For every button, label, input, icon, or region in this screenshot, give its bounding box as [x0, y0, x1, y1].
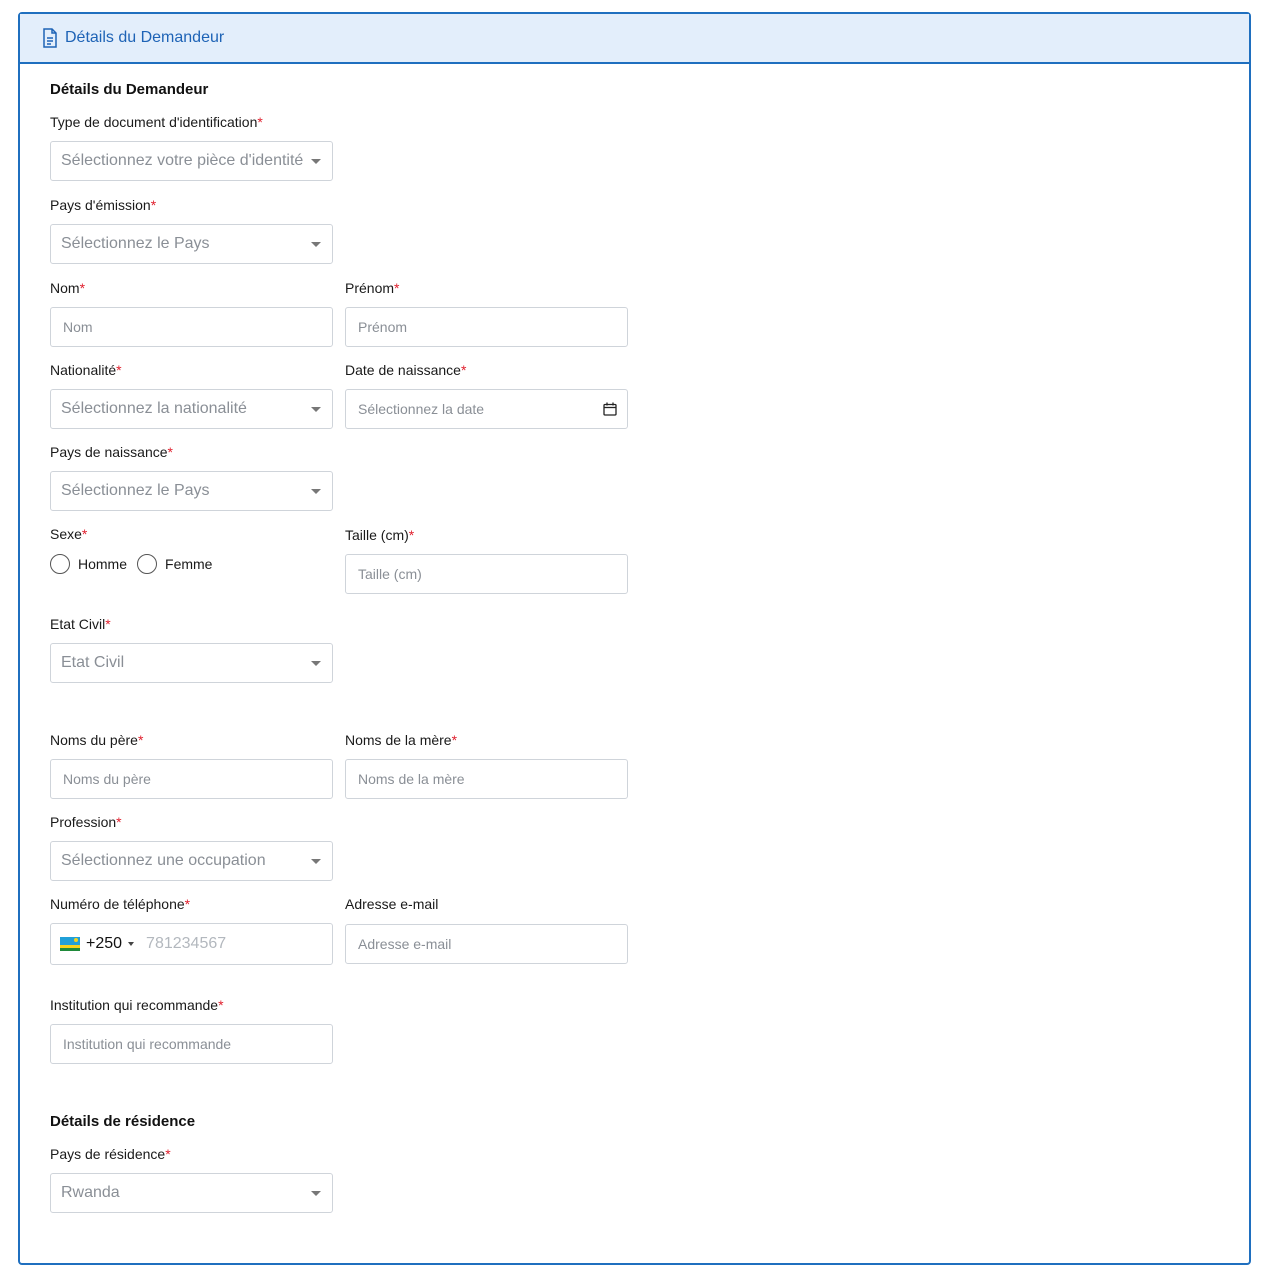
residence-country-label: Pays de résidence* — [50, 1146, 171, 1162]
chevron-down-icon — [311, 661, 321, 666]
first-name-input[interactable]: Prénom — [345, 307, 628, 347]
height-placeholder: Taille (cm) — [358, 566, 422, 582]
mother-names-label: Noms de la mère* — [345, 732, 458, 748]
section-title-applicant: Détails du Demandeur — [50, 81, 209, 98]
document-icon — [42, 28, 58, 48]
chevron-down-icon — [311, 1191, 321, 1196]
radio-homme[interactable] — [50, 554, 70, 574]
radio-femme-label[interactable]: Femme — [165, 556, 212, 572]
civil-status-placeholder: Etat Civil — [61, 654, 125, 671]
father-names-input[interactable]: Noms du père — [50, 759, 333, 799]
last-name-placeholder: Nom — [63, 319, 93, 335]
radio-homme-label[interactable]: Homme — [78, 556, 127, 572]
card-header-title: Détails du Demandeur — [65, 29, 225, 46]
civil-status-select[interactable]: Etat Civil — [50, 643, 333, 683]
section-title-residence: Détails de résidence — [50, 1113, 196, 1130]
last-name-input[interactable]: Nom — [50, 307, 333, 347]
chevron-down-icon — [311, 859, 321, 864]
birth-date-input[interactable]: Sélectionnez la date — [345, 389, 628, 429]
phone-placeholder: 781234567 — [146, 935, 227, 952]
last-name-label: Nom* — [50, 280, 86, 296]
nationality-label: Nationalité* — [50, 362, 122, 378]
radio-femme[interactable] — [137, 554, 158, 574]
rwanda-flag-icon[interactable] — [60, 937, 80, 951]
height-input[interactable]: Taille (cm) — [345, 554, 628, 594]
calendar-icon[interactable] — [603, 402, 617, 416]
nationality-placeholder: Sélectionnez la nationalité — [61, 400, 247, 417]
email-placeholder: Adresse e-mail — [358, 936, 452, 952]
email-input[interactable]: Adresse e-mail — [345, 924, 628, 964]
applicant-card: Détails du Demandeur — [18, 12, 1251, 1265]
chevron-down-icon — [311, 242, 321, 247]
first-name-label: Prénom* — [345, 280, 400, 296]
profession-placeholder: Sélectionnez une occupation — [61, 852, 266, 869]
residence-country-value: Rwanda — [61, 1184, 120, 1201]
birth-country-label: Pays de naissance* — [50, 444, 173, 460]
chevron-down-icon — [311, 489, 321, 494]
issue-country-placeholder: Sélectionnez le Pays — [61, 235, 210, 252]
height-label: Taille (cm)* — [345, 527, 415, 543]
institution-label: Institution qui recommande* — [50, 997, 224, 1013]
first-name-placeholder: Prénom — [358, 319, 408, 335]
phone-input[interactable]: +250 781234567 — [50, 923, 333, 965]
id-type-label: Type de document d'identification* — [50, 114, 263, 130]
institution-input[interactable]: Institution qui recommande — [50, 1024, 333, 1064]
father-names-placeholder: Noms du père — [63, 771, 151, 787]
phone-label: Numéro de téléphone* — [50, 896, 191, 912]
residence-country-select[interactable]: Rwanda — [50, 1173, 333, 1213]
father-names-label: Noms du père* — [50, 732, 144, 748]
birth-date-placeholder: Sélectionnez la date — [358, 401, 485, 417]
caret-down-icon[interactable] — [128, 942, 135, 946]
chevron-down-icon — [311, 407, 321, 412]
profession-label: Profession* — [50, 814, 122, 830]
phone-country-code[interactable]: +250 — [86, 935, 122, 953]
civil-status-label: Etat Civil* — [50, 616, 111, 632]
email-label: Adresse e-mail — [345, 896, 439, 912]
mother-names-input[interactable]: Noms de la mère — [345, 759, 628, 799]
id-type-placeholder: Sélectionnez votre pièce d'identité — [61, 152, 304, 169]
birth-date-label: Date de naissance* — [345, 362, 467, 378]
birth-country-placeholder: Sélectionnez le Pays — [61, 482, 210, 499]
sex-label: Sexe* — [50, 526, 88, 542]
nationality-select[interactable]: Sélectionnez la nationalité — [50, 389, 333, 429]
birth-country-select[interactable]: Sélectionnez le Pays — [50, 471, 333, 511]
institution-placeholder: Institution qui recommande — [63, 1036, 232, 1052]
chevron-down-icon — [311, 159, 321, 164]
issue-country-select[interactable]: Sélectionnez le Pays — [50, 224, 333, 264]
card-header: Détails du Demandeur — [20, 14, 1249, 64]
sex-radio-group: Homme Femme — [50, 554, 212, 574]
issue-country-label: Pays d'émission* — [50, 197, 157, 213]
mother-names-placeholder: Noms de la mère — [358, 771, 465, 787]
profession-select[interactable]: Sélectionnez une occupation — [50, 841, 333, 881]
id-type-select[interactable]: Sélectionnez votre pièce d'identité — [50, 141, 333, 181]
